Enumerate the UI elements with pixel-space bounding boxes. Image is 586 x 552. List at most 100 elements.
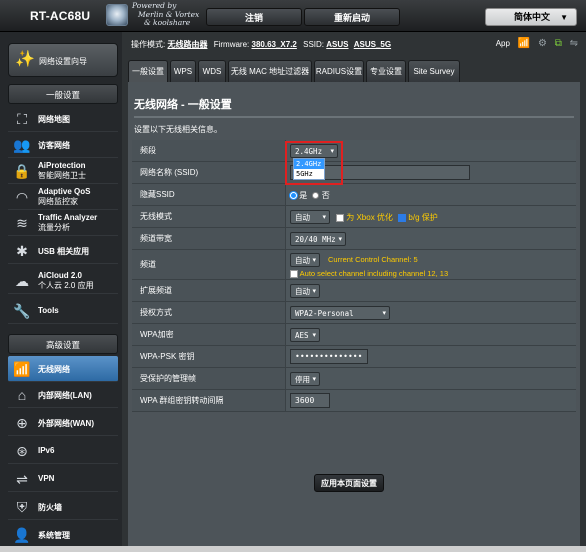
chevron-down-icon: ▾: [312, 332, 316, 339]
connection-status-icon[interactable]: ⇋: [570, 38, 578, 49]
sidebar-item-network-map[interactable]: ⛶ 网络地图: [8, 106, 118, 132]
tab-wps[interactable]: WPS: [170, 60, 196, 82]
auto-channel-checkbox[interactable]: [290, 270, 298, 279]
settings-panel: 无线网络 - 一般设置 设置以下无线相关信息。 频段 2.4GHz ▾ 网络名称 …: [128, 82, 580, 552]
row-ssid: 网络名称 (SSID): [132, 162, 576, 184]
usb-icon: ✱: [16, 243, 28, 259]
rekey-interval-input[interactable]: 3600: [290, 393, 330, 408]
ssid-link-24g[interactable]: ASUS: [326, 40, 348, 49]
status-icons: App 📶 ⚙ ⧉ ⇋: [491, 38, 578, 49]
auth-method-select[interactable]: WPA2-Personal ▾: [290, 306, 390, 320]
channel-select[interactable]: 自动 ▾: [290, 253, 320, 267]
wireless-icon: 📶: [13, 361, 31, 377]
bandwidth-select[interactable]: 20/40 MHz ▾: [290, 232, 346, 246]
admin-icon: 👤: [13, 527, 31, 543]
logout-button[interactable]: 注销: [206, 8, 302, 26]
tab-professional[interactable]: 专业设置: [366, 60, 406, 82]
sidebar-item-tools[interactable]: 🔧 Tools: [8, 298, 118, 324]
chevron-down-icon: ▼: [560, 13, 568, 22]
chevron-down-icon: ▾: [312, 376, 316, 383]
vpn-icon: ⇌: [16, 471, 28, 487]
top-bar: RT-AC68U Powered by Merlin & Vortex & ko…: [0, 0, 586, 32]
highlight-box: [285, 141, 343, 185]
quick-setup-button[interactable]: ✨ 网络设置向导: [8, 43, 118, 77]
row-psk: WPA-PSK 密钥 ••••••••••••••: [132, 346, 576, 368]
language-select[interactable]: 简体中文 ▼: [485, 8, 577, 26]
sidebar-item-wireless[interactable]: 📶 无线网络: [8, 356, 118, 382]
sidebar-item-vpn[interactable]: ⇌ VPN: [8, 466, 118, 492]
sidebar-item-admin[interactable]: 👤 系统管理: [8, 522, 118, 548]
psk-input[interactable]: ••••••••••••••: [290, 349, 368, 364]
traffic-analyzer-icon: ≋: [16, 215, 28, 231]
wifi-status-icon[interactable]: 📶: [518, 38, 530, 49]
powered-by-text: Powered by Merlin & Vortex & koolshare: [132, 1, 200, 27]
title-divider: [134, 116, 574, 118]
hide-ssid-yes-radio[interactable]: [290, 192, 297, 200]
tab-radius[interactable]: RADIUS设置: [314, 60, 364, 82]
usb-status-icon[interactable]: ⚙: [538, 38, 547, 49]
tab-site-survey[interactable]: Site Survey: [408, 60, 460, 82]
sidebar-item-adaptive-qos[interactable]: ◠ Adaptive QoS 网络监控家: [8, 184, 118, 210]
xbox-optimize-checkbox[interactable]: [336, 213, 344, 222]
firewall-icon: ⛨: [16, 499, 28, 515]
wpa-encryption-select[interactable]: AES ▾: [290, 328, 320, 342]
qos-icon: ◠: [15, 189, 29, 205]
page-title: 无线网络 - 一般设置: [134, 99, 232, 111]
sidebar: ✨ 网络设置向导 一般设置 ⛶ 网络地图 👥 访客网络 🔒 AiProtecti…: [0, 32, 122, 552]
guest-network-icon: 👥: [13, 137, 31, 153]
sidebar-item-aiprotection[interactable]: 🔒 AiProtection 智能网络卫士: [8, 158, 118, 184]
sidebar-item-wan[interactable]: ⊕ 外部网络(WAN): [8, 410, 118, 436]
row-hide-ssid: 隐藏SSID 是 否: [132, 184, 576, 206]
ext-channel-select[interactable]: 自动 ▾: [290, 284, 320, 298]
sidebar-item-guest-network[interactable]: 👥 访客网络: [8, 132, 118, 158]
app-link[interactable]: App: [496, 39, 510, 48]
wan-icon: ⊕: [16, 415, 28, 431]
status-info-bar: 操作模式: 无线路由器 Firmware: 380.63_X7.2 SSID: …: [131, 40, 392, 49]
current-channel-text: Current Control Channel: 5: [328, 255, 418, 264]
tab-general[interactable]: 一般设置: [128, 60, 168, 82]
wireless-mode-select[interactable]: 自动 ▾: [290, 210, 330, 224]
row-auth: 授权方式 WPA2-Personal ▾: [132, 302, 576, 324]
ssid-link-5g[interactable]: ASUS_5G: [354, 40, 391, 49]
horizontal-scrollbar[interactable]: [0, 546, 586, 552]
general-section-header: 一般设置: [8, 84, 118, 104]
row-ext-channel: 扩展频道 自动 ▾: [132, 280, 576, 302]
chevron-down-icon: ▾: [322, 214, 326, 221]
row-band: 频段 2.4GHz ▾: [132, 140, 576, 162]
firmware-logo-icon: [106, 4, 128, 26]
tab-mac-filter[interactable]: 无线 MAC 地址过滤器: [228, 60, 312, 82]
row-pmf: 受保护的管理帧 停用 ▾: [132, 368, 576, 390]
wand-icon: ✨: [15, 51, 35, 68]
chevron-down-icon: ▾: [312, 288, 316, 295]
sidebar-item-aicloud[interactable]: ☁ AiCloud 2.0 个人云 2.0 应用: [8, 268, 118, 294]
hide-ssid-no-radio[interactable]: [312, 192, 320, 200]
ipv6-icon: ⊛: [16, 443, 28, 459]
sidebar-item-traffic-analyzer[interactable]: ≋ Traffic Analyzer 流量分析: [8, 210, 118, 236]
network-status-icon[interactable]: ⧉: [555, 38, 562, 49]
sidebar-item-firewall[interactable]: ⛨ 防火墙: [8, 494, 118, 520]
network-map-icon: ⛶: [17, 111, 27, 127]
tools-icon: 🔧: [13, 303, 31, 319]
cloud-icon: ☁: [15, 273, 29, 289]
bg-protection-checkbox[interactable]: [398, 213, 407, 222]
operation-mode-link[interactable]: 无线路由器: [167, 40, 207, 49]
pmf-select[interactable]: 停用 ▾: [290, 372, 320, 386]
row-channel: 频道 自动 ▾ Current Control Channel: 5 Auto s…: [132, 250, 576, 280]
row-rekey: WPA 群组密钥转动间隔 3600: [132, 390, 576, 412]
row-bandwidth: 频道带宽 20/40 MHz ▾: [132, 228, 576, 250]
lan-icon: ⌂: [17, 387, 27, 403]
sidebar-item-usb[interactable]: ✱ USB 相关应用: [8, 238, 118, 264]
sidebar-item-lan[interactable]: ⌂ 内部网络(LAN): [8, 382, 118, 408]
firmware-link[interactable]: 380.63_X7.2: [252, 40, 297, 49]
reboot-button[interactable]: 重新启动: [304, 8, 400, 26]
row-wpa-encryption: WPA加密 AES ▾: [132, 324, 576, 346]
apply-button[interactable]: 应用本页面设置: [314, 474, 384, 492]
chevron-down-icon: ▾: [338, 236, 342, 243]
router-model: RT-AC68U: [30, 9, 91, 23]
sidebar-item-ipv6[interactable]: ⊛ IPv6: [8, 438, 118, 464]
chevron-down-icon: ▾: [312, 257, 316, 264]
advanced-section-header: 高级设置: [8, 334, 118, 354]
main-content: 操作模式: 无线路由器 Firmware: 380.63_X7.2 SSID: …: [122, 32, 586, 552]
aiprotection-icon: 🔒: [13, 163, 31, 179]
tab-wds[interactable]: WDS: [198, 60, 226, 82]
